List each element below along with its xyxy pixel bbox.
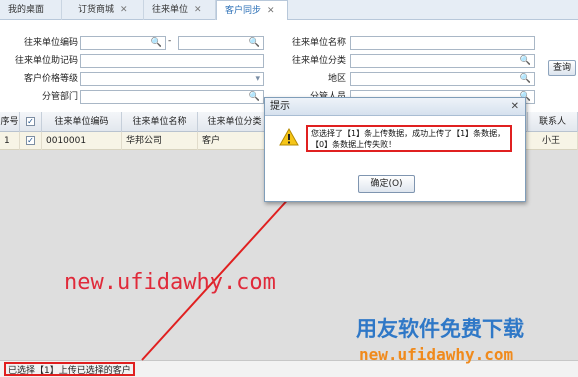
ok-button[interactable]: 确定(O) (358, 175, 415, 193)
watermark-url: new.ufidawhy.com (64, 270, 276, 295)
watermark-brand: 用友软件免费下载 (356, 317, 524, 341)
dialog-message: 您选择了【1】条上传数据，成功上传了【1】条数据， 【0】条数据上传失败！ (306, 125, 512, 152)
message-line-1: 您选择了【1】条上传数据，成功上传了【1】条数据， (311, 129, 506, 138)
prompt-dialog: 提示 ✕ 您选择了【1】条上传数据，成功上传了【1】条数据， 【0】条数据上传失… (264, 97, 526, 202)
close-icon[interactable]: ✕ (511, 101, 519, 113)
warning-icon (279, 128, 299, 146)
dialog-title: 提示 (265, 98, 525, 116)
message-line-2: 【0】条数据上传失败！ (311, 140, 397, 149)
watermark-url-small: new.ufidawhy.com (359, 345, 514, 364)
